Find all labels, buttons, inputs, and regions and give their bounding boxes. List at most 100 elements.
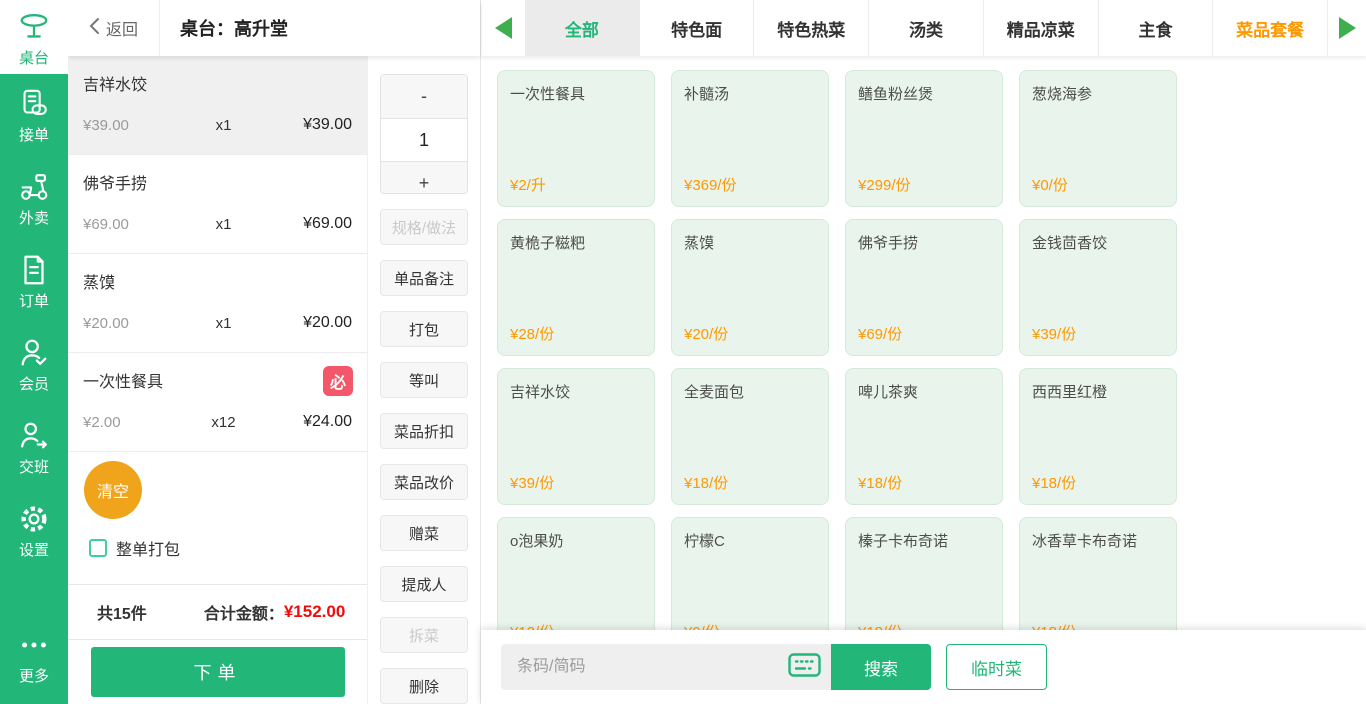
menu-item-card[interactable]: 西西里红橙 ¥18/份 <box>1019 368 1177 505</box>
order-item-quantity: x1 <box>175 117 272 134</box>
menu-item-name: 金钱茴香饺 <box>1032 232 1164 253</box>
category-tab[interactable]: 特色热菜 <box>754 0 869 56</box>
category-tab[interactable]: 特色面 <box>640 0 755 56</box>
action-button[interactable]: 提成人 <box>380 566 468 602</box>
sidebar-item-label: 接单 <box>19 124 49 145</box>
order-item-total: ¥69.00 <box>272 215 352 233</box>
sidebar-item-label: 设置 <box>19 539 49 560</box>
search-input-wrap <box>501 644 831 690</box>
action-button-list: 规格/做法单品备注打包等叫菜品折扣菜品改价赠菜提成人拆菜删除 <box>380 194 468 704</box>
menu-item-price: ¥18/份 <box>684 472 728 493</box>
keyboard-icon[interactable] <box>788 653 821 682</box>
table-icon <box>17 10 51 44</box>
settings-gear-icon <box>17 502 51 536</box>
menu-item-card[interactable]: 啤儿茶爽 ¥18/份 <box>845 368 1003 505</box>
action-button[interactable]: 删除 <box>380 668 468 704</box>
action-button[interactable]: 赠菜 <box>380 515 468 551</box>
order-item[interactable]: 一次性餐具 必 ¥2.00 x12 ¥24.00 <box>68 353 367 452</box>
menu-item-card[interactable]: 葱烧海参 ¥0/份 <box>1019 70 1177 207</box>
menu-item-name: 葱烧海参 <box>1032 83 1164 104</box>
clear-row: 清空 <box>68 452 367 528</box>
menu-item-card[interactable]: 一次性餐具 ¥2/升 <box>497 70 655 207</box>
action-button: 规格/做法 <box>380 209 468 245</box>
sidebar-item-shift[interactable]: 交班 <box>0 406 68 489</box>
category-tab[interactable]: 汤类 <box>869 0 984 56</box>
order-item[interactable]: 吉祥水饺 ¥39.00 x1 ¥39.00 <box>68 56 367 155</box>
menu-item-name: 佛爷手捞 <box>858 232 990 253</box>
menu-item-price: ¥39/份 <box>510 472 554 493</box>
more-dots-icon <box>17 628 51 662</box>
category-tab[interactable]: 主食 <box>1099 0 1214 56</box>
menu-item-name: 一次性餐具 <box>510 83 642 104</box>
order-item-name: 蒸馍 <box>83 254 352 293</box>
chevron-left-icon <box>89 17 100 40</box>
total-amount-label: 合计金额： <box>204 600 284 624</box>
back-label: 返回 <box>106 16 138 40</box>
action-button[interactable]: 菜品改价 <box>380 464 468 500</box>
menu-item-price: ¥18/份 <box>858 472 902 493</box>
temp-dish-button[interactable]: 临时菜 <box>946 644 1047 690</box>
menu-item-price: ¥0/份 <box>1032 174 1068 195</box>
tabs-scroll-right-button[interactable] <box>1328 0 1366 56</box>
back-button[interactable]: 返回 <box>68 0 160 56</box>
menu-item-price: ¥28/份 <box>510 323 554 344</box>
menu-item-card[interactable]: 鳝鱼粉丝煲 ¥299/份 <box>845 70 1003 207</box>
page-title: 桌台：高升堂 <box>180 15 288 41</box>
sidebar-item-label: 更多 <box>19 665 49 686</box>
sidebar: 桌台 接单 外卖 订单 <box>0 0 68 704</box>
menu-item-name: 鳝鱼粉丝煲 <box>858 83 990 104</box>
action-button[interactable]: 打包 <box>380 311 468 347</box>
total-amount-value: ¥152.00 <box>284 602 345 622</box>
category-tab[interactable]: 全部 <box>525 0 640 56</box>
sidebar-item-more[interactable]: 更多 <box>0 615 68 698</box>
pos-app: 桌台 接单 外卖 订单 <box>0 0 1366 704</box>
search-button[interactable]: 搜索 <box>831 644 931 690</box>
sidebar-item-label: 交班 <box>19 456 49 477</box>
triangle-left-icon <box>495 17 512 39</box>
category-tab[interactable]: 精品凉菜 <box>984 0 1099 56</box>
tabs-scroll-left-button[interactable] <box>481 0 525 56</box>
order-item-name: 吉祥水饺 <box>83 56 352 95</box>
action-button[interactable]: 单品备注 <box>380 260 468 296</box>
menu-item-card[interactable]: 金钱茴香饺 ¥39/份 <box>1019 219 1177 356</box>
category-tab[interactable]: 菜品套餐 <box>1213 0 1328 56</box>
order-doc-icon <box>17 253 51 287</box>
submit-row: 下单 <box>68 640 367 704</box>
menu-item-name: 补髓汤 <box>684 83 816 104</box>
order-item-quantity: x1 <box>175 216 272 233</box>
menu-item-card[interactable]: 吉祥水饺 ¥39/份 <box>497 368 655 505</box>
sidebar-item-settings[interactable]: 设置 <box>0 489 68 572</box>
menu-item-name: 西西里红橙 <box>1032 381 1164 402</box>
action-button[interactable]: 等叫 <box>380 362 468 398</box>
menu-item-name: 榛子卡布奇诺 <box>858 530 990 551</box>
menu-item-card[interactable]: 佛爷手捞 ¥69/份 <box>845 219 1003 356</box>
menu-item-name: 冰香草卡布奇诺 <box>1032 530 1164 551</box>
quantity-plus-button[interactable]: + <box>381 162 467 194</box>
menu-item-card[interactable]: 蒸馍 ¥20/份 <box>671 219 829 356</box>
shift-icon <box>17 419 51 453</box>
quantity-minus-button[interactable]: - <box>381 75 467 118</box>
action-button[interactable]: 菜品折扣 <box>380 413 468 449</box>
menu-item-name: 啤儿茶爽 <box>858 381 990 402</box>
sidebar-item-tables[interactable]: 桌台 <box>0 0 68 74</box>
menu-item-card[interactable]: 黄桅子糍粑 ¥28/份 <box>497 219 655 356</box>
order-item[interactable]: 蒸馍 ¥20.00 x1 ¥20.00 <box>68 254 367 353</box>
sidebar-item-label: 订单 <box>19 290 49 311</box>
sidebar-item-members[interactable]: 会员 <box>0 323 68 406</box>
sidebar-item-orders[interactable]: 订单 <box>0 240 68 323</box>
place-order-button[interactable]: 下单 <box>91 647 345 697</box>
total-count: 共15件 <box>97 600 147 624</box>
sidebar-item-label: 外卖 <box>19 207 49 228</box>
pack-all-checkbox[interactable] <box>89 539 107 557</box>
pack-all-label: 整单打包 <box>116 536 180 560</box>
menu-item-card[interactable]: 补髓汤 ¥369/份 <box>671 70 829 207</box>
pack-all-row: 整单打包 <box>68 528 367 568</box>
barcode-search-input[interactable] <box>503 644 788 690</box>
order-item[interactable]: 佛爷手捞 ¥69.00 x1 ¥69.00 <box>68 155 367 254</box>
sidebar-item-self-orders[interactable]: 接单 <box>0 74 68 157</box>
menu-item-card[interactable]: 全麦面包 ¥18/份 <box>671 368 829 505</box>
order-panel: 吉祥水饺 ¥39.00 x1 ¥39.00 佛爷手捞 ¥69.00 x1 ¥69… <box>68 56 368 704</box>
clear-order-button[interactable]: 清空 <box>84 461 142 519</box>
order-item-name: 一次性餐具 <box>83 353 352 392</box>
sidebar-item-takeout[interactable]: 外卖 <box>0 157 68 240</box>
